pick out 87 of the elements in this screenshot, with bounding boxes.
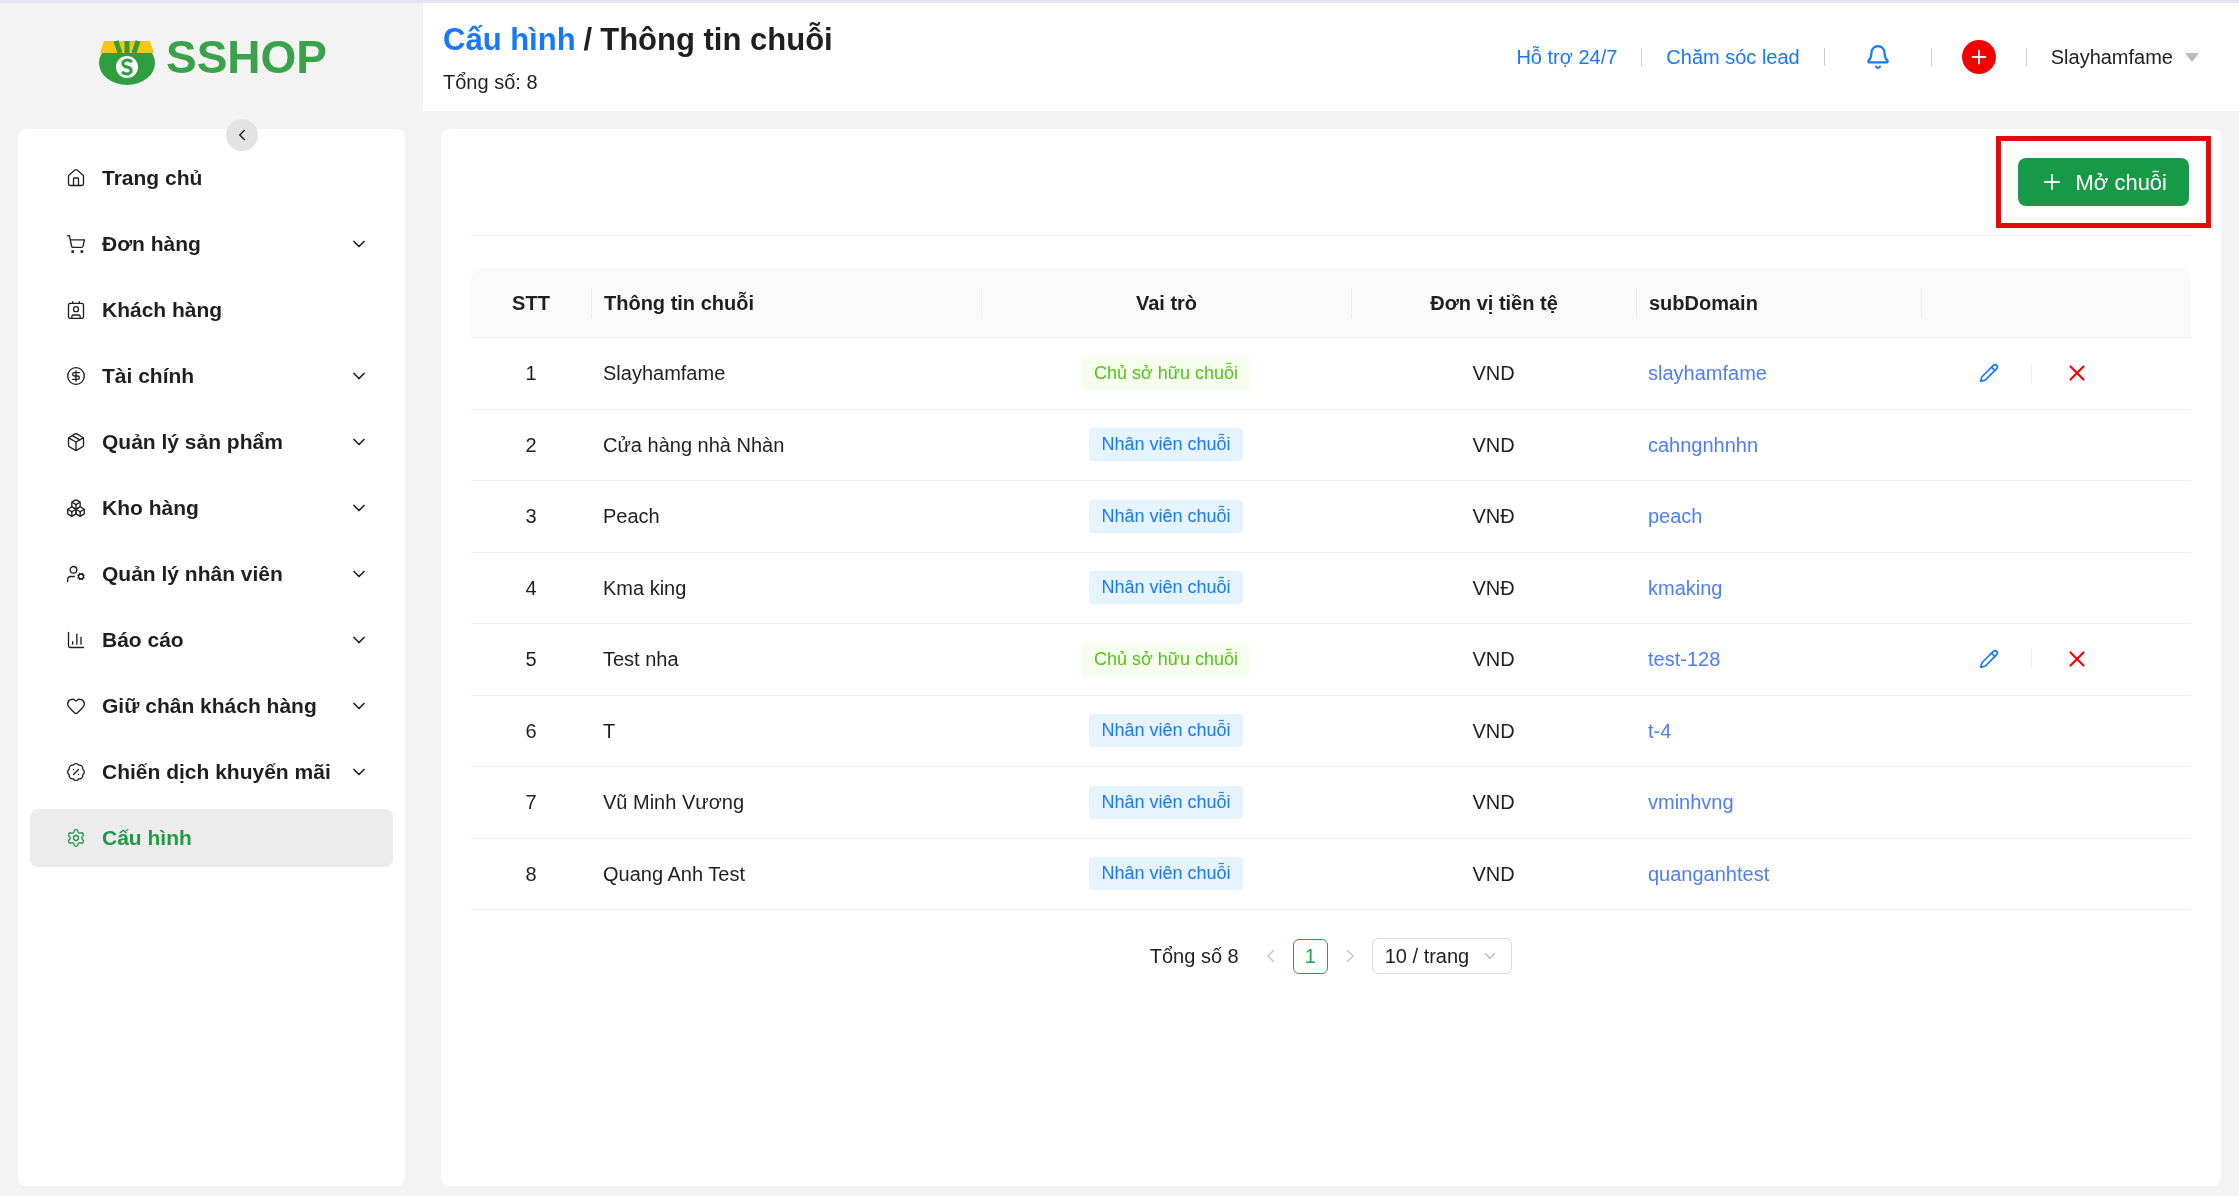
bar-chart-icon [66,630,86,650]
table-cell-text: VND [1471,790,1516,816]
table-cell-text: VNĐ [1471,575,1516,601]
table-cell-text: 1 [524,361,538,387]
percent-badge-icon [66,762,86,782]
table-cell-text: Peach [602,504,661,530]
pencil-icon [1979,649,1999,670]
table-cell-text: T [602,718,617,744]
subdomain-link[interactable]: cahngnhnhn [1636,429,1921,460]
settings-icon [66,828,86,848]
role-tag: Nhân viên chuỗi [1089,714,1243,748]
person-icon [66,564,86,584]
table-cell-text: Test nha [602,647,680,673]
breadcrumb-link[interactable]: Cấu hình [443,16,576,64]
table-cell-text: 5 [524,647,538,673]
role-tag: Nhân viên chuỗi [1089,571,1243,605]
breadcrumb-separator: / [583,20,593,59]
table-cell-text: VND [1471,647,1516,673]
heart-icon [66,696,86,716]
subdomain-link[interactable]: quanganhtest [1636,858,1921,889]
role-tag: Nhân viên chuỗi [1089,428,1243,462]
column-header: Vai trò [981,287,1351,318]
subdomain-link[interactable]: slayhamfame [1636,358,1921,389]
sidebar-item[interactable]: Đơn hàng [30,215,393,273]
table-cell-text: Vũ Minh Vương [602,790,745,816]
page-size-select[interactable]: 10 / trang [1371,938,1513,974]
total-count: Tổng số: 8 [443,70,539,96]
column-header: STT [511,290,551,316]
subdomain-link[interactable]: test-128 [1636,644,1921,675]
user-menu[interactable]: Slayhamfame [2026,42,2219,72]
bell-icon [1864,44,1891,70]
subdomain-link[interactable]: vminhvng [1636,787,1921,818]
sidebar-item[interactable]: Khách hàng [30,281,393,339]
table-cell-text: VND [1471,718,1516,744]
subdomain-link[interactable]: kmaking [1636,572,1921,603]
sidebar-item[interactable]: Trang chủ [30,149,393,207]
table-cell-text: Quang Anh Test [602,861,746,887]
collapse-button[interactable] [226,119,258,151]
sidebar-item[interactable]: Giữ chân khách hàng [30,677,393,735]
sidebar-item[interactable]: Chiến dịch khuyến mãi [30,743,393,801]
dollar-circle-icon [66,366,86,386]
table-cell-text: Slayhamfame [602,361,727,387]
add-button[interactable] [1961,40,1996,74]
sidebar-item[interactable]: Quản lý sản phẩm [30,413,393,471]
sidebar-item[interactable]: Quản lý nhân viên [30,545,393,603]
table-cell-text: Kma king [602,575,688,601]
subdomain-link[interactable]: t-4 [1636,715,1921,746]
cart-icon [66,234,86,254]
pagination-total: Tổng số 8 [1149,944,1239,969]
subdomain-link[interactable]: peach [1636,501,1921,532]
page-button[interactable]: 1 [1292,938,1328,974]
sidebar-item[interactable]: Cấu hình [30,809,393,867]
boxes-icon [66,498,86,518]
pencil-icon [1979,363,1999,384]
sidebar-item[interactable]: Tài chính [30,347,393,405]
table-cell-text: 2 [524,432,538,458]
table-cell-text: 7 [524,790,538,816]
table-cell-text: 6 [524,718,538,744]
table-cell-text: 4 [524,575,538,601]
role-tag: Chủ sở hữu chuỗi [1082,642,1250,676]
table-cell-text: VNĐ [1471,504,1516,530]
house-icon [66,168,86,188]
logo-text: SSHOP [165,29,327,85]
header-link[interactable]: Chăm sóc lead [1642,42,1824,72]
table-cell-text: 8 [524,861,538,887]
role-tag: Nhân viên chuỗi [1089,857,1243,891]
table-cell-text: Cửa hàng nhà Nhàn [602,432,786,458]
caret-icon [2185,52,2199,62]
table-cell-text: 3 [524,504,538,530]
create-chain-button[interactable]: Mở chuỗi [2017,158,2189,206]
role-tag: Nhân viên chuỗi [1089,499,1243,533]
role-tag: Chủ sở hữu chuỗi [1082,356,1250,390]
box-icon [66,432,86,452]
table-cell-text: VND [1471,432,1516,458]
header-link[interactable]: Hỗ trợ 24/7 [1492,42,1642,72]
column-header: subDomain [1636,287,1921,318]
contact-card-icon [66,300,86,320]
chevron-right-icon [1345,949,1354,963]
page-title: Thông tin chuỗi [600,20,833,59]
table-cell-text: VND [1471,361,1516,387]
role-tag: Nhân viên chuỗi [1089,785,1243,819]
sidebar-item[interactable]: Báo cáo [30,611,393,669]
column-header: Đơn vị tiền tệ [1351,287,1636,318]
sidebar-item[interactable]: Kho hàng [30,479,393,537]
column-header: Thông tin chuỗi [591,287,981,318]
table-cell-text: VND [1471,861,1516,887]
chevron-left-icon [1266,949,1275,963]
